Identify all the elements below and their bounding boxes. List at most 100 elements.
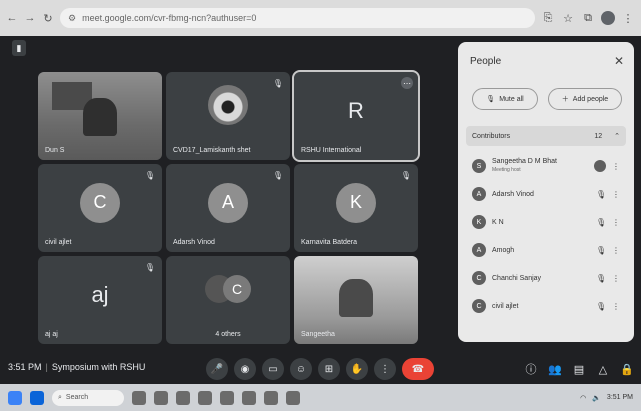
camera-icon[interactable]: ◉ xyxy=(234,358,256,380)
mic-off-icon: 🎙 xyxy=(400,171,411,180)
person-role: Meeting host xyxy=(492,167,521,173)
participant-initial: aj xyxy=(91,281,109,307)
meeting-info: 3:51 PM | Symposium with RSHU xyxy=(8,362,146,372)
forward-arrow-icon[interactable]: → xyxy=(24,12,36,24)
participant-grid: Dun S 🎙 CVD17_Lamiskanth shet R ⋯ RSHU I… xyxy=(38,70,422,352)
address-bar[interactable]: ⚙ meet.google.com/cvr-fbmg-ncn?authuser=… xyxy=(60,8,535,28)
host-controls-icon[interactable]: 🔒 xyxy=(618,360,636,378)
taskbar-app-icon[interactable] xyxy=(242,390,256,405)
present-icon[interactable]: ⊞ xyxy=(318,358,340,380)
participant-name: Dun S xyxy=(45,147,65,154)
mic-off-icon[interactable]: 🎙 xyxy=(596,302,606,311)
person-name: Adarsh Vinod xyxy=(492,190,534,198)
avatar: K xyxy=(472,215,486,229)
emoji-icon[interactable]: ☺ xyxy=(290,358,312,380)
start-icon[interactable] xyxy=(30,390,44,405)
system-tray: ◠ 🔈 3:51 PM xyxy=(580,394,633,402)
person-name: Sangeetha D M Bhat xyxy=(492,158,557,165)
others-tile[interactable]: C 4 others xyxy=(166,256,290,344)
chat-icon[interactable]: ▤ xyxy=(570,360,588,378)
taskbar-app-icon[interactable] xyxy=(220,390,234,405)
participant-tile-active[interactable]: R ⋯ RSHU International xyxy=(292,70,420,162)
others-label: 4 others xyxy=(215,331,241,338)
more-options-icon[interactable]: ⋮ xyxy=(374,358,396,380)
taskbar-app-icon[interactable] xyxy=(264,390,278,405)
captions-icon[interactable]: ▭ xyxy=(262,358,284,380)
search-icon: ⌕ xyxy=(58,393,62,401)
list-item[interactable]: C civil ajlet 🎙 ⋮ xyxy=(466,292,626,320)
panel-toggle-button[interactable]: ▮ xyxy=(12,40,26,56)
weather-icon[interactable] xyxy=(8,390,22,405)
more-vert-icon[interactable]: ⋮ xyxy=(612,218,620,227)
participant-tile[interactable]: C 🎙 civil ajlet xyxy=(38,164,162,252)
avatar: C xyxy=(472,271,486,285)
back-arrow-icon[interactable]: ← xyxy=(6,12,18,24)
list-item[interactable]: A Amogh 🎙 ⋮ xyxy=(466,236,626,264)
taskbar-app-icon[interactable] xyxy=(176,390,190,405)
end-call-button[interactable]: ☎ xyxy=(402,358,434,380)
taskbar-search[interactable]: ⌕ Search xyxy=(52,389,124,406)
list-item[interactable]: K K N 🎙 ⋮ xyxy=(466,208,626,236)
participant-tile[interactable]: aj 🎙 aj aj xyxy=(38,256,162,344)
share-icon[interactable]: ⎘ xyxy=(541,12,555,25)
taskbar-app-icon[interactable] xyxy=(132,390,146,405)
taskbar-app-icon[interactable] xyxy=(154,390,168,405)
taskbar-app-icon[interactable] xyxy=(198,390,212,405)
add-person-icon: ＋ xyxy=(561,96,569,103)
participant-initial: R xyxy=(348,97,364,123)
more-vert-icon[interactable]: ⋮ xyxy=(612,302,620,311)
participant-tile[interactable]: Sangeetha xyxy=(294,256,418,344)
participant-tile[interactable]: 🎙 CVD17_Lamiskanth shet xyxy=(166,72,290,160)
more-vert-icon[interactable]: ⋮ xyxy=(612,190,620,199)
mic-off-icon: 🎙 xyxy=(272,171,283,180)
meeting-time: 3:51 PM xyxy=(8,362,42,372)
mic-off-icon[interactable]: 🎙 xyxy=(596,218,606,227)
mic-off-icon[interactable]: 🎙 xyxy=(596,274,606,283)
chevron-up-icon[interactable]: ⌃ xyxy=(614,132,620,140)
reload-icon[interactable]: ↻ xyxy=(42,12,54,25)
participant-tile[interactable]: Dun S xyxy=(38,72,162,160)
mic-off-icon: 🎙 xyxy=(272,79,283,88)
person-name: civil ajlet xyxy=(492,302,519,310)
participant-tile[interactable]: A 🎙 Adarsh Vinod xyxy=(166,164,290,252)
mute-all-button[interactable]: 🎙 Mute all xyxy=(472,88,538,110)
info-icon[interactable]: ⓘ xyxy=(522,360,540,378)
participant-name: civil ajlet xyxy=(45,239,72,246)
more-vert-icon[interactable]: ⋮ xyxy=(612,246,620,255)
mic-icon[interactable]: 🎤 xyxy=(206,358,228,380)
menu-icon[interactable]: ⋮ xyxy=(621,12,635,25)
people-icon[interactable]: 👥 xyxy=(546,360,564,378)
search-label: Search xyxy=(65,394,89,401)
extensions-icon[interactable]: ⧉ xyxy=(581,12,595,25)
list-item[interactable]: S Sangeetha D M Bhat Meeting host ⋮ xyxy=(466,152,626,180)
participant-name: RSHU International xyxy=(301,147,362,154)
wifi-icon[interactable]: ◠ xyxy=(580,394,586,402)
host-controls-icon[interactable] xyxy=(594,160,606,172)
volume-icon[interactable]: 🔈 xyxy=(592,394,601,402)
avatar: A xyxy=(472,243,486,257)
add-people-button[interactable]: ＋ Add people xyxy=(548,88,622,110)
more-options-icon[interactable]: ⋯ xyxy=(401,77,413,89)
close-icon[interactable]: ✕ xyxy=(614,54,624,68)
profile-icon[interactable] xyxy=(601,11,615,25)
person-name: K N xyxy=(492,218,504,226)
taskbar-app-icon[interactable] xyxy=(286,390,300,405)
more-vert-icon[interactable]: ⋮ xyxy=(612,162,620,171)
mic-off-icon[interactable]: 🎙 xyxy=(596,246,606,255)
star-icon[interactable]: ☆ xyxy=(561,12,575,25)
contributors-section-header[interactable]: Contributors 12 ⌃ xyxy=(466,126,626,146)
participant-avatar: C xyxy=(80,182,120,223)
panel-title: People xyxy=(470,56,502,67)
meet-stage: ▮ Dun S 🎙 CVD17_Lamiskanth shet R ⋯ RSHU… xyxy=(0,36,641,384)
list-item[interactable]: A Adarsh Vinod 🎙 ⋮ xyxy=(466,180,626,208)
participant-tile[interactable]: K 🎙 Karnavita Batdera xyxy=(294,164,418,252)
mic-off-icon[interactable]: 🎙 xyxy=(596,190,606,199)
site-info-icon[interactable]: ⚙ xyxy=(68,13,76,24)
participant-name: aj aj xyxy=(45,331,58,338)
raise-hand-icon[interactable]: ✋ xyxy=(346,358,368,380)
taskbar-clock[interactable]: 3:51 PM xyxy=(607,394,633,401)
more-vert-icon[interactable]: ⋮ xyxy=(612,274,620,283)
participant-name: Sangeetha xyxy=(301,331,335,338)
list-item[interactable]: C Chanchi Sanjay 🎙 ⋮ xyxy=(466,264,626,292)
activities-icon[interactable]: △ xyxy=(594,360,612,378)
